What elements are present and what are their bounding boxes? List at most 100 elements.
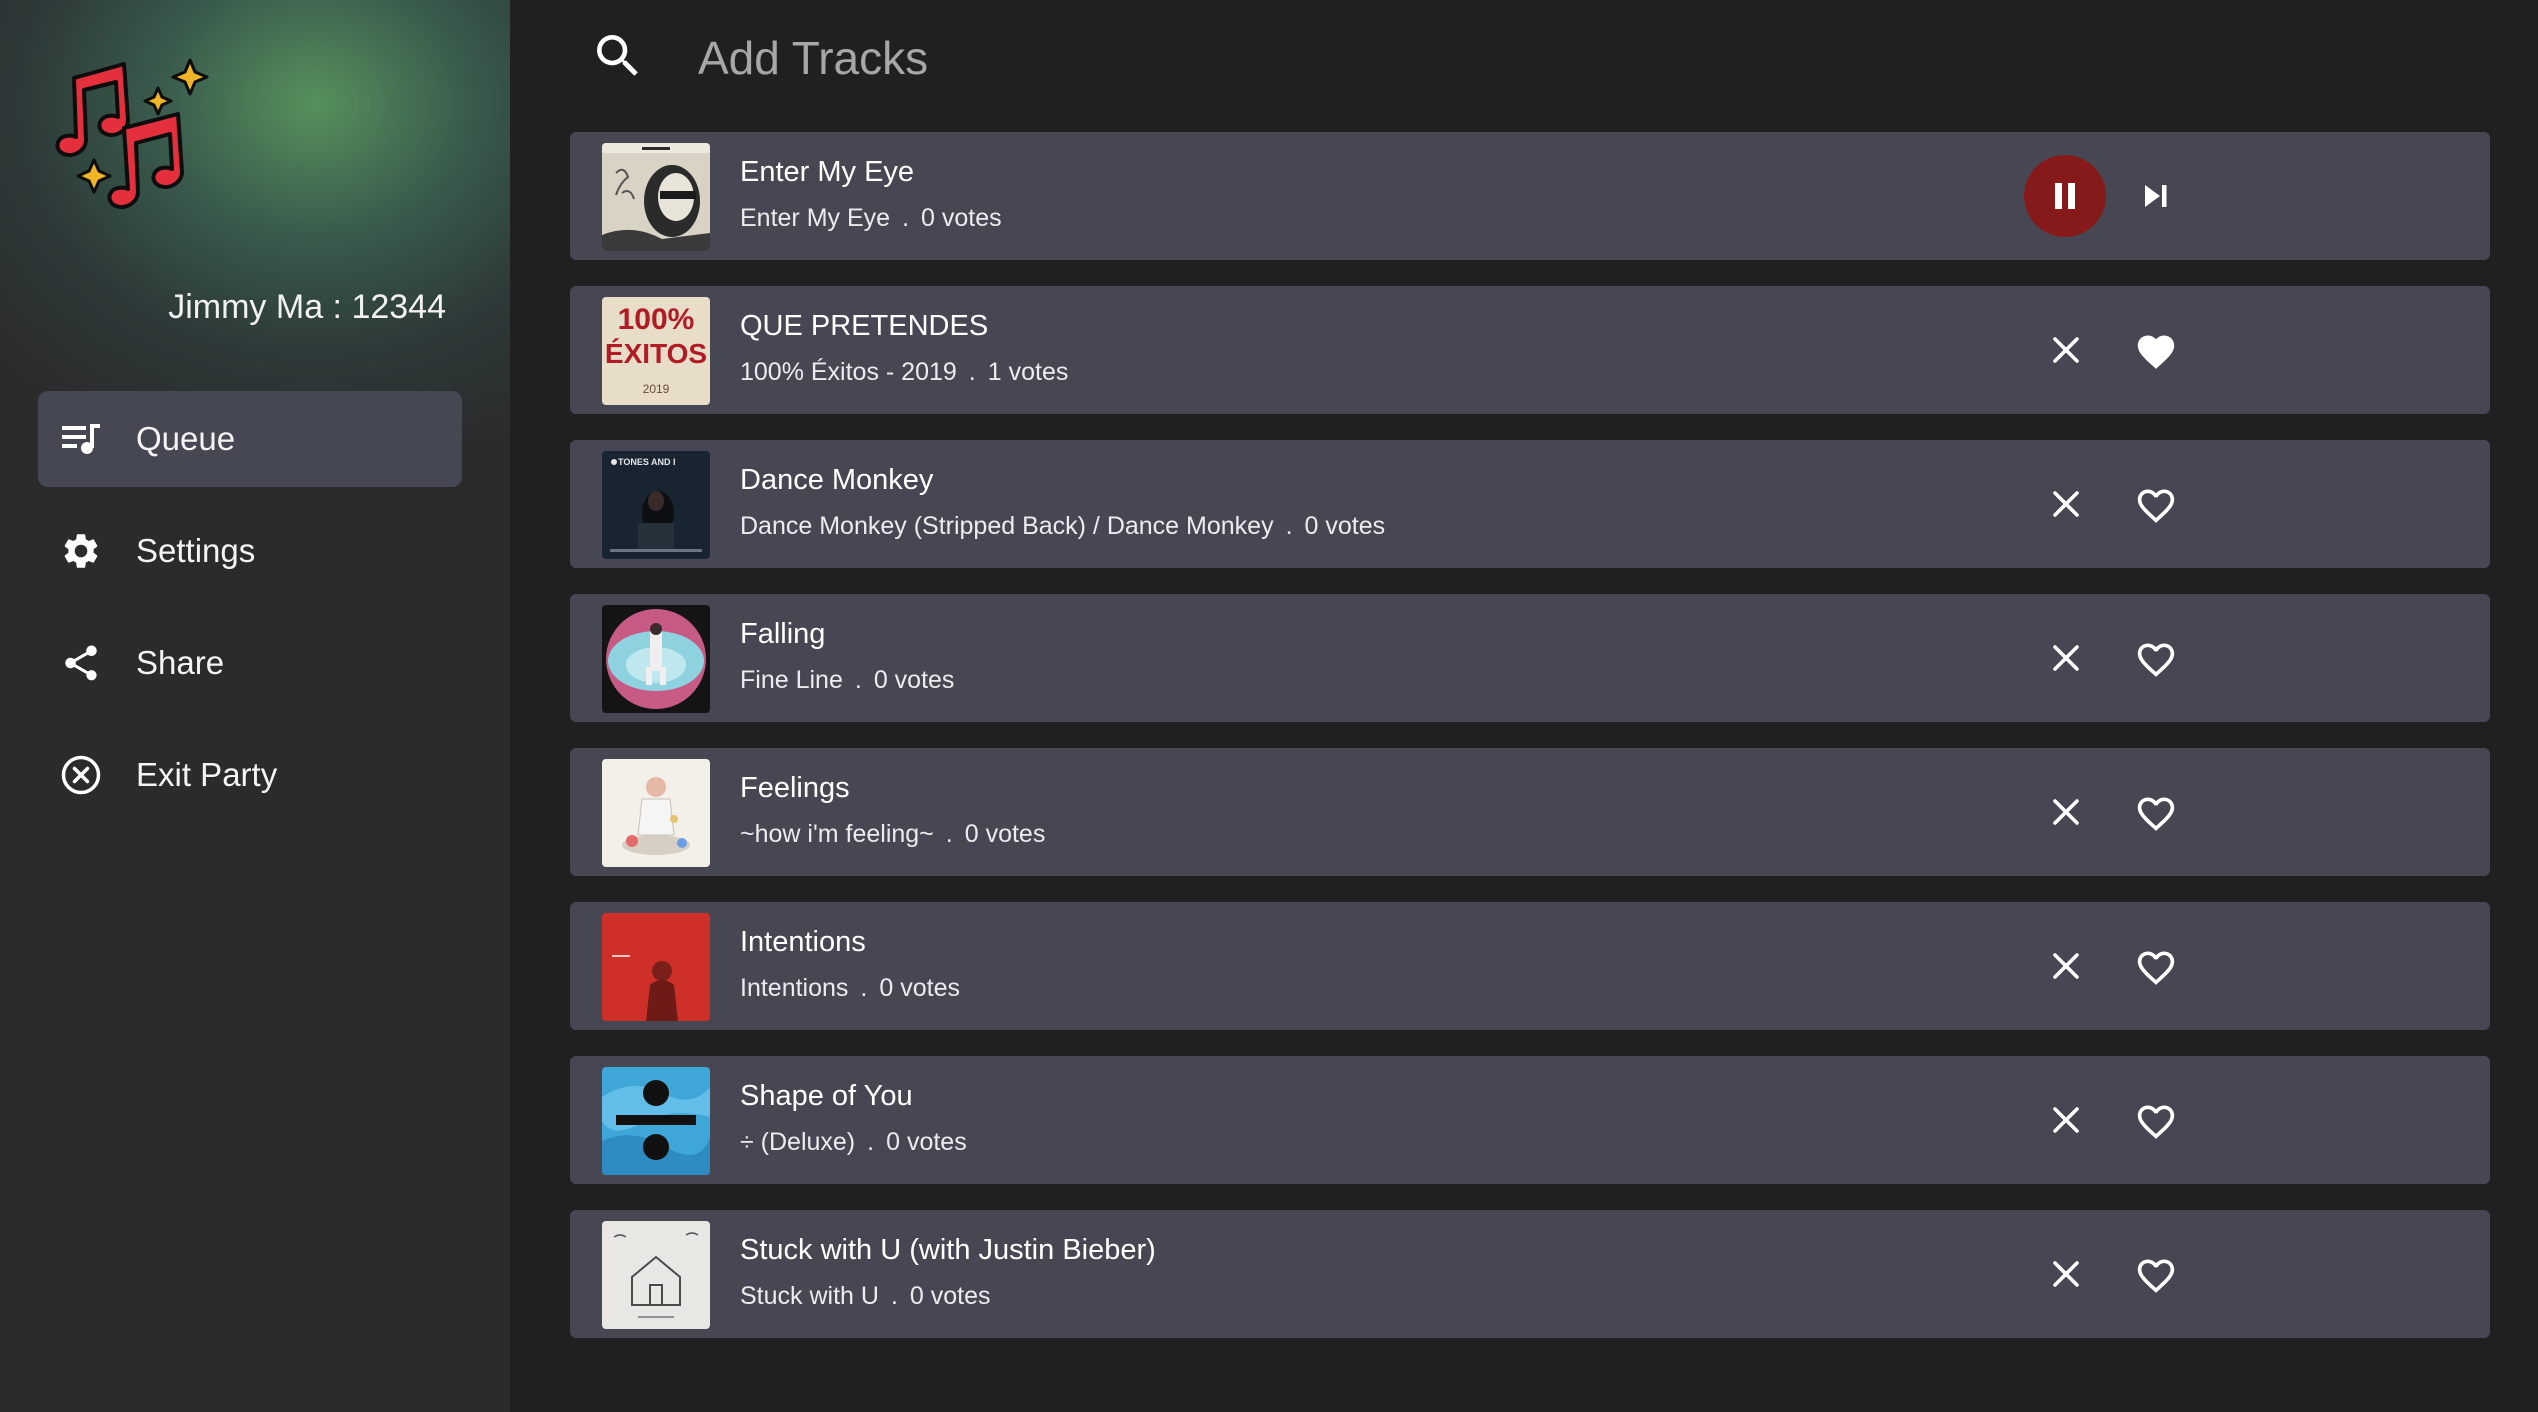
album-art: TONES AND I <box>602 451 710 559</box>
gear-icon <box>60 530 102 572</box>
track-queue-list: Enter My Eye Enter My Eye. 0 votes 100% … <box>570 132 2490 1364</box>
album-art-text: 100% <box>618 303 695 336</box>
album-art <box>602 1221 710 1329</box>
add-tracks-input[interactable] <box>698 30 1338 86</box>
like-button[interactable] <box>2114 308 2198 392</box>
album-art <box>602 605 710 713</box>
track-subtitle: ÷ (Deluxe). 0 votes <box>740 1128 967 1157</box>
like-button[interactable] <box>2114 770 2198 854</box>
track-album: Enter My Eye <box>740 204 891 232</box>
heart-outline-icon <box>2137 1105 2175 1139</box>
track-votes: 0 votes <box>879 974 960 1002</box>
track-title: Feelings <box>740 772 850 804</box>
separator-dot: . <box>1285 512 1293 540</box>
heart-outline-icon <box>2137 489 2175 523</box>
share-icon <box>60 642 102 684</box>
nav-label-queue: Queue <box>136 420 236 457</box>
like-button[interactable] <box>2114 1232 2198 1316</box>
close-icon <box>2053 491 2079 517</box>
nav-label-share: Share <box>136 644 225 681</box>
remove-track-button[interactable] <box>2024 308 2108 392</box>
remove-track-button[interactable] <box>2024 924 2108 1008</box>
track-votes: 0 votes <box>1304 512 1386 540</box>
search-bar <box>590 24 1390 96</box>
like-button[interactable] <box>2114 924 2198 1008</box>
skip-next-icon <box>2145 185 2167 207</box>
nav-item-settings[interactable]: Settings <box>38 503 462 599</box>
close-icon <box>2053 1261 2079 1287</box>
track-title: QUE PRETENDES <box>740 310 989 342</box>
nav-label-exit-party: Exit Party <box>136 756 278 793</box>
close-icon <box>2053 645 2079 671</box>
pause-icon <box>2055 183 2075 209</box>
track-subtitle: Stuck with U. 0 votes <box>740 1282 991 1311</box>
album-art <box>602 913 710 1021</box>
track-row[interactable]: Shape of You ÷ (Deluxe). 0 votes <box>570 1056 2490 1184</box>
close-icon <box>2053 337 2079 363</box>
search-icon[interactable] <box>590 28 646 84</box>
album-art <box>602 759 710 867</box>
close-icon <box>2053 953 2079 979</box>
track-row[interactable]: Feelings ~how i'm feeling~. 0 votes <box>570 748 2490 876</box>
remove-track-button[interactable] <box>2024 1078 2108 1162</box>
album-art: 100% ÉXITOS 2019 <box>602 297 710 405</box>
track-subtitle: ~how i'm feeling~. 0 votes <box>740 820 1045 849</box>
track-row[interactable]: Enter My Eye Enter My Eye. 0 votes <box>570 132 2490 260</box>
track-row[interactable]: TONES AND I Dance Monkey Dance Monkey (S… <box>570 440 2490 568</box>
track-album: ~how i'm feeling~ <box>740 820 934 848</box>
heart-outline-icon <box>2137 1259 2175 1293</box>
track-row[interactable]: Intentions Intentions. 0 votes <box>570 902 2490 1030</box>
close-circle-icon <box>60 754 102 796</box>
separator-dot: . <box>902 204 910 232</box>
track-subtitle: Intentions. 0 votes <box>740 974 960 1003</box>
remove-track-button[interactable] <box>2024 616 2108 700</box>
remove-track-button[interactable] <box>2024 462 2108 546</box>
track-votes: 1 votes <box>987 358 1069 386</box>
album-art-text: TONES AND I <box>618 457 676 467</box>
track-title: Stuck with U (with Justin Bieber) <box>740 1234 1156 1266</box>
remove-track-button[interactable] <box>2024 770 2108 854</box>
track-row[interactable]: 100% ÉXITOS 2019 QUE PRETENDES 100% Éxit… <box>570 286 2490 414</box>
nav-item-queue[interactable]: Queue <box>38 391 462 487</box>
track-album: ÷ (Deluxe) <box>740 1128 856 1156</box>
separator-dot: . <box>945 820 953 848</box>
track-title: Intentions <box>740 926 866 958</box>
like-button[interactable] <box>2114 1078 2198 1162</box>
track-votes: 0 votes <box>921 204 1002 232</box>
track-subtitle: Enter My Eye. 0 votes <box>740 204 1002 233</box>
track-title: Falling <box>740 618 826 650</box>
pause-button[interactable] <box>2024 155 2106 237</box>
nav-item-share[interactable]: Share <box>38 615 462 711</box>
nav-label-settings: Settings <box>136 532 256 569</box>
track-title: Dance Monkey <box>740 464 934 496</box>
nav-item-exit-party[interactable]: Exit Party <box>38 727 462 823</box>
track-row[interactable]: Falling Fine Line. 0 votes <box>570 594 2490 722</box>
heart-filled-icon <box>2137 335 2175 369</box>
sidebar-nav: Queue Settings Share Exit Party <box>38 391 462 839</box>
separator-dot: . <box>968 358 976 386</box>
music-notes-logo <box>55 58 209 209</box>
track-subtitle: Dance Monkey (Stripped Back) / Dance Mon… <box>740 512 1385 541</box>
album-art-text: 2019 <box>643 382 670 396</box>
like-button[interactable] <box>2114 616 2198 700</box>
track-votes: 0 votes <box>964 820 1046 848</box>
track-album: Intentions <box>740 974 849 1002</box>
like-button[interactable] <box>2114 462 2198 546</box>
album-art-text: ÉXITOS <box>605 338 707 369</box>
skip-next-button[interactable] <box>2114 154 2198 238</box>
close-icon <box>2053 799 2079 825</box>
track-title: Enter My Eye <box>740 156 915 188</box>
user-party-label: Jimmy Ma : 12344 <box>168 288 446 326</box>
track-album: 100% Éxitos - 2019 <box>740 358 957 386</box>
album-art <box>602 143 710 251</box>
close-icon <box>2053 1107 2079 1133</box>
heart-outline-icon <box>2137 797 2175 831</box>
track-row[interactable]: Stuck with U (with Justin Bieber) Stuck … <box>570 1210 2490 1338</box>
track-album: Fine Line <box>740 666 843 694</box>
track-album: Dance Monkey (Stripped Back) / Dance Mon… <box>740 512 1274 540</box>
track-votes: 0 votes <box>873 666 955 694</box>
track-album: Stuck with U <box>740 1282 879 1310</box>
separator-dot: . <box>860 974 868 1002</box>
remove-track-button[interactable] <box>2024 1232 2108 1316</box>
track-title: Shape of You <box>740 1080 913 1112</box>
